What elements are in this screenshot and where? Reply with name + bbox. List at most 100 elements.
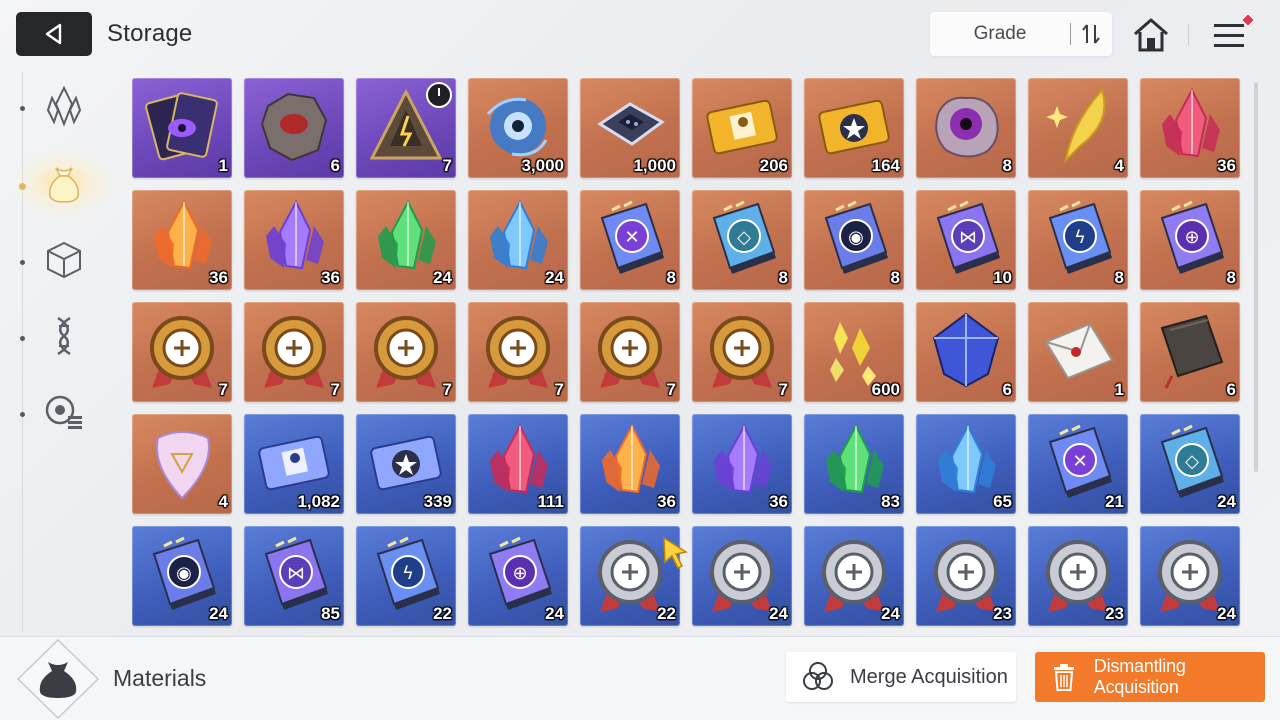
dismantling-acquisition-button[interactable]: Dismantling Acquisition [1035,652,1265,702]
sidebar-item-cubes[interactable] [38,234,90,286]
inventory-item[interactable]: 36 [1140,78,1240,178]
svg-text:⋈: ⋈ [959,227,977,248]
svg-text:◇: ◇ [1185,451,1199,472]
list-category-icon [45,395,82,429]
inventory-item[interactable]: ◉ 24 [132,526,232,626]
sort-toggle-button[interactable] [1071,21,1111,47]
inventory-item[interactable]: 600 [804,302,904,402]
sidebar-marker-active [19,183,26,190]
inventory-item[interactable]: 7 [244,302,344,402]
inventory-item[interactable]: 24 [468,190,568,290]
home-button[interactable] [1131,16,1171,54]
item-count: 36 [1217,156,1236,175]
inventory-item[interactable]: 3,000 [468,78,568,178]
rock-icon [260,92,328,162]
inventory-item[interactable]: 6 [244,78,344,178]
item-count: 24 [881,604,900,623]
inventory-item[interactable]: 24 [356,190,456,290]
inventory-item[interactable]: 339 [356,414,456,514]
inventory-item[interactable]: 7 [468,302,568,402]
inventory-item[interactable]: ⋈ 85 [244,526,344,626]
sidebar-marker [20,106,25,111]
item-count: 36 [321,268,340,287]
item-count: 1 [218,156,228,175]
inventory-item[interactable]: 7 [132,302,232,402]
inventory-item[interactable]: 24 [692,526,792,626]
inventory-item[interactable]: ϟ8 [1028,190,1128,290]
inventory-item[interactable]: 1 [132,78,232,178]
inventory-item[interactable]: 1,000 [580,78,680,178]
inventory-item[interactable]: 65 [916,414,1016,514]
inventory-item[interactable]: 36 [244,190,344,290]
inventory-item[interactable]: 111 [468,414,568,514]
inventory-item[interactable]: 206 [692,78,792,178]
inventory-item[interactable]: 36 [692,414,792,514]
inventory-item[interactable]: 7 [580,302,680,402]
inventory-item[interactable]: 6 [916,302,1016,402]
sidebar-item-crystals[interactable] [38,80,90,132]
inventory-item[interactable]: 4 [132,414,232,514]
inventory-item[interactable]: 83 [804,414,904,514]
sidebar-item-materials[interactable] [38,158,90,210]
menu-button[interactable] [1210,11,1257,54]
cube-category-icon [47,241,81,279]
inventory-item[interactable]: 7 [356,78,456,178]
envelope-icon [1044,322,1114,380]
dna-category-icon [57,316,71,356]
inventory-item[interactable]: 1 [1028,302,1128,402]
item-count: 6 [1226,380,1236,399]
grade-filter-button[interactable]: Grade [930,23,1070,45]
item-count: 8 [1226,268,1236,287]
inventory-item[interactable]: ⊕ 8 [1140,190,1240,290]
home-icon [1134,18,1168,52]
grid-scrollbar[interactable] [1254,82,1258,472]
inventory-item[interactable]: 36 [580,414,680,514]
item-count: 8 [890,268,900,287]
inventory-item[interactable]: ◇ 24 [1140,414,1240,514]
book-shield-icon: ◇ [712,200,776,274]
sort-toggle-icon [1082,24,1100,44]
inventory-item[interactable]: ✕ 8 [580,190,680,290]
item-count: 23 [993,604,1012,623]
inventory-item[interactable]: 7 [356,302,456,402]
svg-text:⋈: ⋈ [287,563,305,584]
inventory-item[interactable]: 8 [916,78,1016,178]
inventory-item[interactable]: 6 [1140,302,1240,402]
inventory-item[interactable]: ⋈ 10 [916,190,1016,290]
inventory-item[interactable]: 7 [692,302,792,402]
medal-gold-icon [374,316,438,388]
pick-icon [156,431,210,500]
item-count: 23 [1105,604,1124,623]
merge-acquisition-label: Merge Acquisition [850,665,1008,688]
inventory-item[interactable]: ◉ 8 [804,190,904,290]
crystal-category-icon [46,85,82,127]
inventory-item[interactable]: ◇ 8 [692,190,792,290]
inventory-item[interactable]: 164 [804,78,904,178]
cube-gem-icon [932,312,1000,388]
inventory-item[interactable]: ⊕ 24 [468,526,568,626]
item-count: 24 [1217,492,1236,511]
inventory-item[interactable]: 23 [916,526,1016,626]
materials-bag-icon [48,167,80,203]
back-button[interactable] [16,12,92,56]
merge-circles-icon [803,662,833,690]
inventory-item[interactable]: 36 [132,190,232,290]
merge-acquisition-button[interactable]: Merge Acquisition [786,652,1016,702]
inventory-item[interactable]: 24 [804,526,904,626]
svg-text:⊕: ⊕ [1184,227,1199,248]
inventory-item[interactable]: 24 [1140,526,1240,626]
trash-icon [1054,664,1075,691]
inventory-item[interactable]: 23 [1028,526,1128,626]
book-bolt-icon: ϟ [1048,200,1112,274]
item-count: 24 [1217,604,1236,623]
item-count: 22 [433,604,452,623]
item-count: 24 [545,604,564,623]
inventory-item[interactable]: ✕ 21 [1028,414,1128,514]
sidebar-item-list[interactable] [38,386,90,438]
medal-gold-icon [598,316,662,388]
inventory-item[interactable]: 1,082 [244,414,344,514]
item-count: 7 [778,380,788,399]
sidebar-item-dna[interactable] [38,310,90,362]
inventory-item[interactable]: ϟ 22 [356,526,456,626]
inventory-item[interactable]: 4 [1028,78,1128,178]
